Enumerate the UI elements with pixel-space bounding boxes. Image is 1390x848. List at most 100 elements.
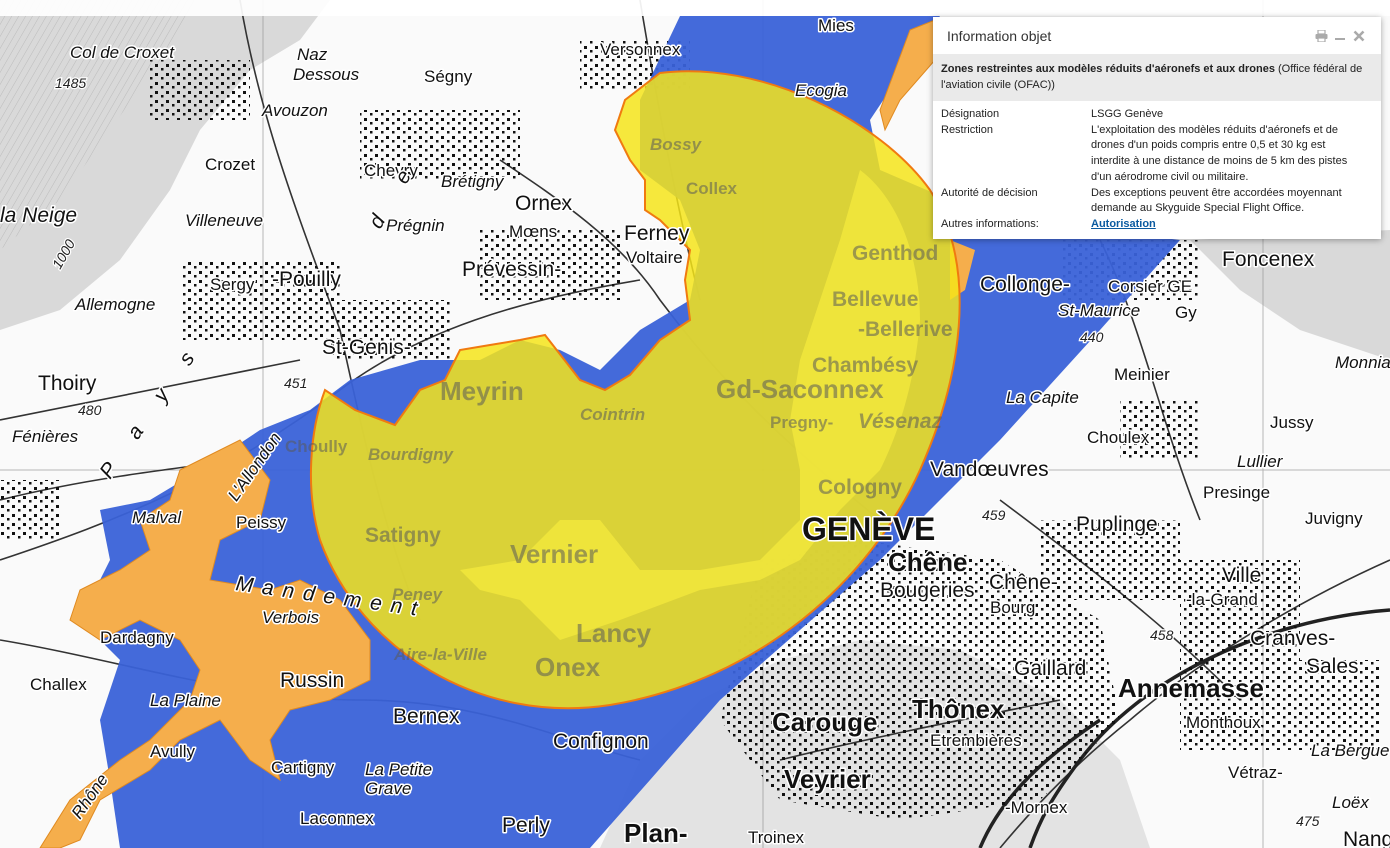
label-thonex: Thônex: [912, 694, 1005, 724]
label-cologny: Cologny: [818, 476, 902, 499]
label-ville: Ville: [1222, 564, 1261, 587]
label-bretigny: Brétigny: [441, 172, 505, 191]
label-veyrier: Veyrier: [784, 764, 871, 794]
label-etrembieres: Etrembières: [930, 731, 1022, 750]
layer-name: Zones restreintes aux modèles réduits d'…: [941, 63, 1275, 75]
label-475: 475: [1296, 813, 1320, 829]
label-dardagny: Dardagny: [100, 628, 174, 647]
label-peney: Peney: [392, 585, 444, 604]
label-bourdigny: Bourdigny: [368, 445, 455, 464]
label-cranves: Cranves-: [1250, 627, 1335, 650]
label-bourg: Bourg: [990, 598, 1035, 617]
label-verbois: Verbois: [262, 608, 320, 627]
label-bougeries: Bougeries: [880, 579, 975, 602]
print-icon[interactable]: [1313, 28, 1329, 44]
label-meyrin: Meyrin: [440, 376, 524, 406]
label-col-croxet: Col de Croxet: [70, 43, 175, 62]
label-pregnin: Prégnin: [386, 216, 445, 235]
label-la-plaine: La Plaine: [150, 691, 221, 710]
label-thoiry: Thoiry: [38, 372, 97, 395]
label-440: 440: [1080, 329, 1104, 345]
label-bernex: Bernex: [393, 705, 460, 728]
label-satigny: Satigny: [365, 524, 441, 547]
label-voltaire: Voltaire: [626, 248, 683, 267]
label-choulex: Choulex: [1087, 428, 1150, 447]
label-onex: Onex: [535, 652, 601, 682]
label-la-grand: -la-Grand: [1186, 590, 1258, 609]
label-fenieres: Fénières: [12, 427, 79, 446]
label-480: 480: [78, 402, 102, 418]
label-459: 459: [982, 507, 1006, 523]
label-ornex: Ornex: [515, 192, 573, 215]
label-avouzon: Avouzon: [261, 101, 328, 120]
label-nang: Nang: [1343, 828, 1390, 848]
label-juvigny: Juvigny: [1305, 509, 1363, 528]
label-pregny: Pregny-: [770, 413, 833, 432]
panel-header: Information objet: [933, 17, 1381, 54]
label-versonnex: Versonnex: [600, 40, 681, 59]
attr-key: Restriction: [941, 123, 993, 136]
attr-value: L'exploitation des modèles réduits d'aér…: [1091, 123, 1348, 183]
label-la-bergue: La Bergue: [1311, 741, 1389, 760]
attr-key: Autorité de décision: [941, 186, 1038, 199]
label-carouge: Carouge: [772, 707, 877, 737]
attr-value: LSGG Genève: [1091, 108, 1164, 120]
label-grave: Grave: [365, 779, 411, 798]
label-peissy: Peissy: [236, 513, 287, 532]
label-st-genis: St-Genis-: [322, 336, 411, 359]
label-presinge: Presinge: [1203, 483, 1270, 502]
label-villeneuve: Villeneuve: [185, 211, 263, 230]
label-geneve: GENÈVE: [802, 511, 935, 547]
label-chambesy: Chambésy: [812, 354, 919, 377]
label-458: 458: [1150, 627, 1174, 643]
label-prevessin: Prévessin-: [462, 258, 561, 281]
label-loex: Loëx: [1332, 793, 1369, 812]
label-mornex: -Mornex: [1005, 798, 1068, 817]
attr-value: Des exceptions peuvent être accordées mo…: [1091, 186, 1342, 215]
label-la-capite: La Capite: [1006, 388, 1079, 407]
label-plan: Plan-: [624, 818, 688, 848]
label-ferney: Ferney: [624, 222, 690, 245]
label-genthod: Genthod: [852, 242, 938, 265]
layer-heading: Zones restreintes aux modèles réduits d'…: [933, 54, 1381, 101]
label-bellerive: -Bellerive: [858, 318, 953, 341]
label-sergy: Sergy: [210, 275, 255, 294]
minimize-icon[interactable]: [1332, 28, 1348, 44]
label-st-maurice: St-Maurice: [1058, 301, 1140, 320]
label-russin: Russin: [280, 669, 344, 692]
top-bar: [0, 0, 1390, 16]
label-cointrin: Cointrin: [580, 405, 645, 424]
label-malval: Malval: [132, 508, 182, 527]
label-ecogia: Ecogia: [795, 81, 847, 100]
label-challex: Challex: [30, 675, 87, 694]
label-gy: Gy: [1175, 303, 1197, 322]
label-naz: Naz: [297, 45, 328, 64]
table-row: Autres informations: Autorisation: [941, 217, 1361, 233]
label-gaillard: Gaillard: [1014, 657, 1086, 680]
label-bossy: Bossy: [650, 135, 703, 154]
label-aire: Aire-la-Ville: [393, 645, 487, 664]
label-lancy: Lancy: [576, 618, 652, 648]
label-vandoeuvres: Vandœuvres: [930, 458, 1049, 481]
label-puplinge: Puplinge: [1076, 513, 1158, 536]
label-mies: Mies: [818, 16, 854, 35]
label-corsier: Corsier GE: [1108, 277, 1192, 296]
label-1485: 1485: [55, 75, 86, 91]
label-monthoux: Monthoux: [1186, 713, 1261, 732]
label-chene2: Chêne-: [989, 571, 1058, 594]
authorization-link[interactable]: Autorisation: [1091, 218, 1156, 230]
label-confignon: Confignon: [553, 730, 649, 753]
attr-key: Autres informations:: [941, 217, 1039, 230]
label-vernier: Vernier: [510, 539, 598, 569]
label-vesenaz: Vésenaz: [858, 410, 943, 433]
label-dessous: Dessous: [293, 65, 360, 84]
close-icon[interactable]: [1351, 28, 1367, 44]
label-collex: Collex: [686, 179, 738, 198]
object-info-panel[interactable]: Information objet Zones restreintes aux …: [933, 17, 1381, 239]
label-troinex: Troinex: [748, 828, 805, 847]
label-foncenex: Foncenex: [1222, 248, 1315, 271]
label-la-neige: la Neige: [0, 204, 77, 227]
label-pouilly: -Pouilly: [272, 268, 341, 291]
label-crozet: Crozet: [205, 155, 255, 174]
label-choully: Choully: [285, 437, 348, 456]
